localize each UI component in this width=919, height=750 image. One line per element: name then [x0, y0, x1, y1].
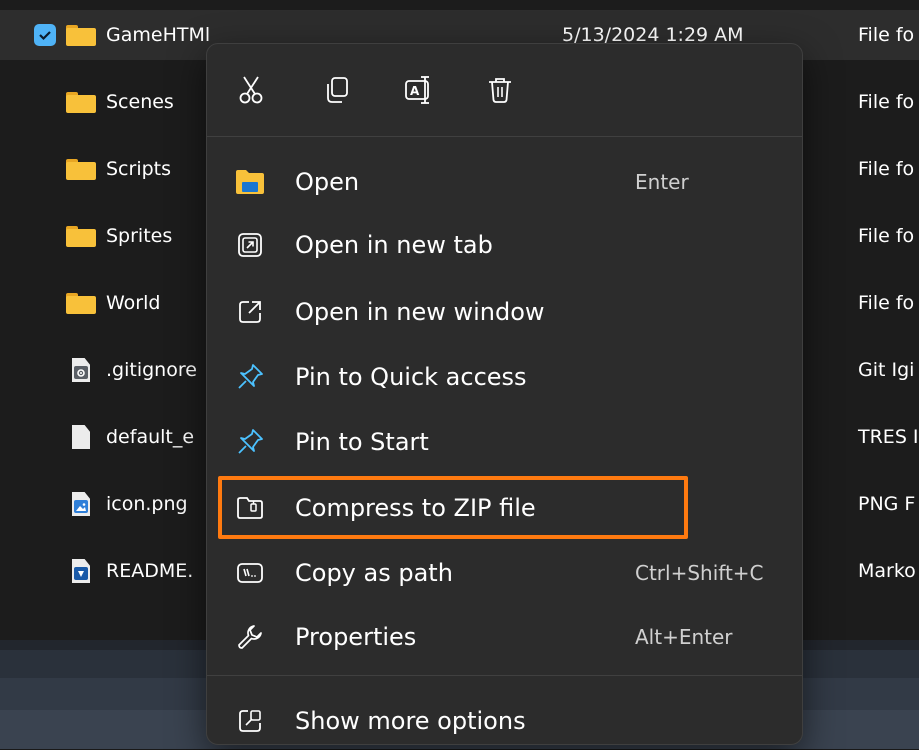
menu-item-label: Pin to Quick access	[295, 363, 527, 391]
file-type: PNG F	[858, 493, 916, 515]
rename-icon: A	[405, 76, 429, 104]
folder-icon	[66, 23, 96, 47]
context-menu: A Open Enter Open in new tab Open in new…	[206, 43, 803, 745]
copy-icon	[327, 77, 348, 103]
menu-item-open-in-new-window[interactable]: Open in new window	[207, 283, 802, 341]
file-type: File fo	[858, 292, 915, 314]
menu-item-pin-to-quick-access[interactable]: Pin to Quick access	[207, 348, 802, 406]
folder-open-icon	[235, 167, 265, 197]
row-checkbox[interactable]	[34, 24, 56, 46]
folder-icon	[66, 224, 96, 248]
new-window-icon	[235, 297, 265, 327]
menu-item-show-more-options[interactable]: Show more options	[207, 692, 802, 750]
file-name: Sprites	[106, 225, 173, 247]
file-name-cell: Sprites	[66, 211, 172, 261]
folder-icon	[66, 291, 96, 315]
folder-icon	[66, 90, 96, 114]
menu-separator	[207, 675, 802, 676]
file-name-cell: GameHTMl	[66, 10, 210, 60]
file-name: icon.png	[106, 493, 188, 515]
wrench-icon	[235, 622, 265, 652]
menu-item-label: Copy as path	[295, 559, 453, 587]
svg-text:A: A	[410, 84, 420, 98]
quick-actions-bar: A	[207, 44, 802, 136]
file-name-cell: .gitignore	[66, 345, 197, 395]
menu-item-label: Properties	[295, 623, 417, 651]
settings-file-icon	[66, 358, 96, 382]
cut-button[interactable]	[231, 70, 271, 110]
menu-separator	[207, 136, 802, 137]
highlight-box	[218, 476, 688, 539]
menu-item-pin-to-start[interactable]: Pin to Start	[207, 413, 802, 471]
file-type: Marko	[858, 560, 916, 582]
menu-item-label: Pin to Start	[295, 428, 429, 456]
file-name-cell: Scenes	[66, 77, 174, 127]
file-name: World	[106, 292, 161, 314]
file-name-cell: default_e	[66, 412, 194, 462]
pin-icon	[235, 427, 265, 457]
menu-item-open[interactable]: Open Enter	[207, 153, 802, 211]
trash-icon	[489, 78, 511, 103]
folder-icon	[66, 157, 96, 181]
delete-button[interactable]	[480, 70, 520, 110]
new-tab-icon	[235, 230, 265, 260]
menu-item-shortcut: Ctrl+Shift+C	[635, 561, 764, 585]
pin-icon	[235, 362, 265, 392]
menu-item-label: Show more options	[295, 707, 526, 735]
file-name-cell: README.	[66, 546, 193, 596]
menu-item-shortcut: Alt+Enter	[635, 625, 733, 649]
file-type: File fo	[858, 91, 915, 113]
file-name-cell: World	[66, 278, 160, 328]
file-name: default_e	[106, 426, 195, 448]
menu-item-label: Open in new tab	[295, 231, 493, 259]
file-name: Scenes	[106, 91, 174, 113]
rename-button[interactable]: A	[399, 70, 439, 110]
menu-item-shortcut: Enter	[635, 170, 689, 194]
file-name: README.	[106, 560, 194, 582]
markdown-file-icon	[66, 559, 96, 583]
menu-item-properties[interactable]: Properties Alt+Enter	[207, 608, 802, 666]
file-name: GameHTMl	[106, 24, 211, 46]
file-name: Scripts	[106, 158, 172, 180]
menu-item-label: Open	[295, 168, 360, 196]
menu-item-label: Open in new window	[295, 298, 545, 326]
file-type: File fo	[858, 24, 915, 46]
file-type: TRES I	[858, 426, 919, 448]
blank-file-icon	[66, 425, 96, 449]
file-type: Git Igi	[858, 359, 915, 381]
show-more-icon	[235, 706, 265, 736]
copy-button[interactable]	[317, 70, 357, 110]
file-name-cell: Scripts	[66, 144, 171, 194]
file-name: .gitignore	[106, 359, 197, 381]
menu-item-copy-as-path[interactable]: Copy as path Ctrl+Shift+C	[207, 544, 802, 602]
file-type: File fo	[858, 158, 915, 180]
menu-item-open-in-new-tab[interactable]: Open in new tab	[207, 216, 802, 274]
image-file-icon	[66, 492, 96, 516]
scissors-icon	[239, 76, 263, 104]
file-type: File fo	[858, 225, 915, 247]
file-name-cell: icon.png	[66, 479, 188, 529]
checkmark-icon	[39, 31, 51, 41]
copy-path-icon	[235, 558, 265, 588]
